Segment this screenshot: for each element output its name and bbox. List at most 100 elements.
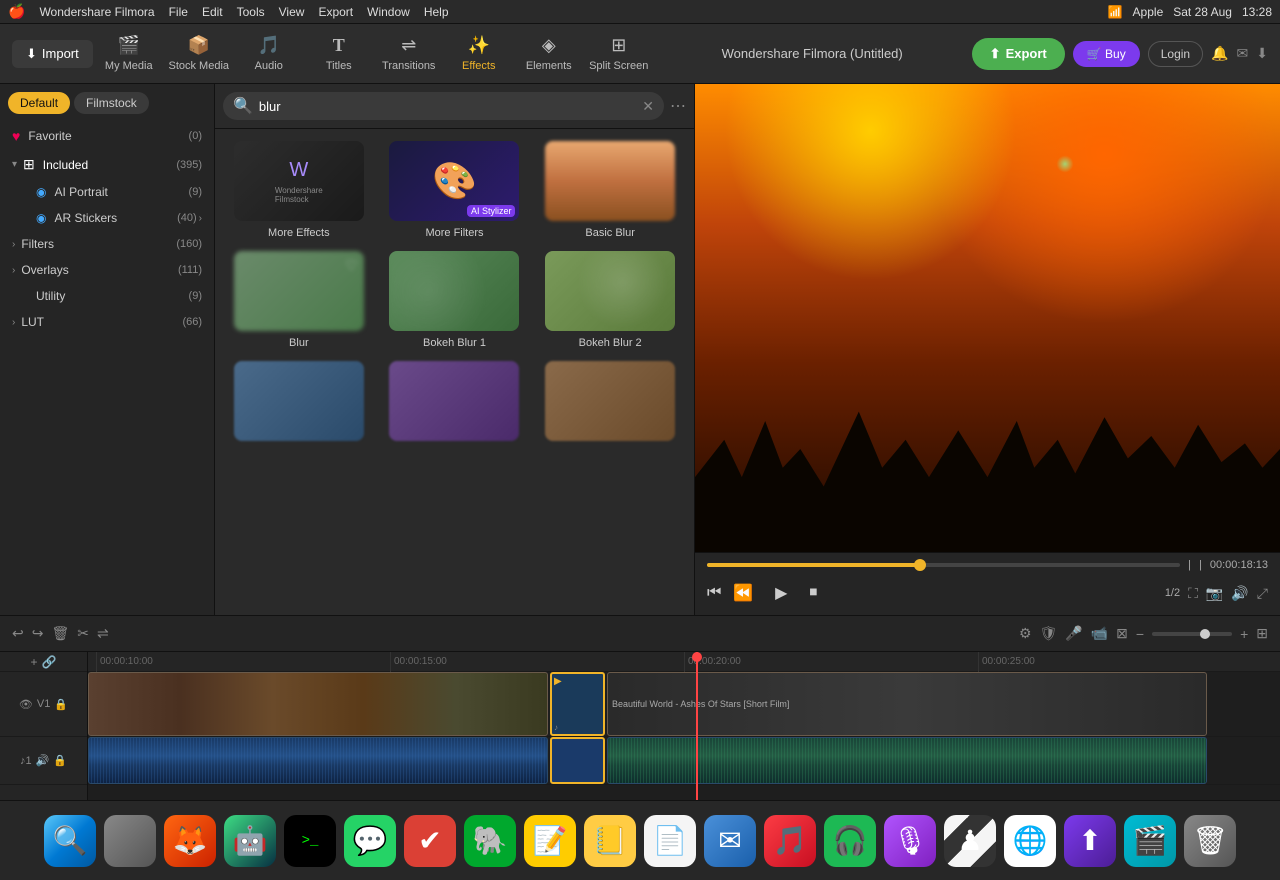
track-v1-eye-icon[interactable]: 👁 bbox=[19, 698, 33, 711]
dock-evernote[interactable]: 🐘 bbox=[464, 815, 516, 867]
dock-launchpad[interactable] bbox=[104, 815, 156, 867]
menubar-file[interactable]: File bbox=[169, 5, 188, 19]
export-button[interactable]: ⬆ Export bbox=[972, 38, 1065, 70]
tab-filmstock[interactable]: Filmstock bbox=[74, 92, 149, 114]
menubar-tools[interactable]: Tools bbox=[237, 5, 265, 19]
adjust-button[interactable]: ⇌ bbox=[97, 625, 109, 642]
menubar-apple-id[interactable]: Apple bbox=[1133, 5, 1164, 19]
volume-button[interactable]: 🔊 bbox=[1231, 585, 1248, 602]
expand-button[interactable]: ⤢ bbox=[1257, 585, 1268, 602]
dock-whatsapp[interactable]: 💬 bbox=[344, 815, 396, 867]
nav-elements[interactable]: ◈ Elements bbox=[515, 26, 583, 82]
dock-filmora[interactable]: 🎬 bbox=[1124, 815, 1176, 867]
dock-spotify[interactable]: 🎧 bbox=[824, 815, 876, 867]
effect-card-blur[interactable]: ♡ Blur bbox=[227, 251, 371, 349]
sidebar-item-included[interactable]: ▾ ⊞ Included (395) bbox=[0, 150, 214, 179]
effect-card-more-effects[interactable]: W WondershareFilmstock More Effects bbox=[227, 141, 371, 239]
dock-firefox[interactable]: 🦊 bbox=[164, 815, 216, 867]
tab-default[interactable]: Default bbox=[8, 92, 70, 114]
nav-audio[interactable]: 🎵 Audio bbox=[235, 26, 303, 82]
stop-button[interactable]: ⏹ bbox=[809, 584, 817, 602]
effect-card-3b[interactable] bbox=[383, 361, 527, 447]
dock-finder[interactable]: 🔍 bbox=[44, 815, 96, 867]
dock-chrome[interactable]: 🌐 bbox=[1004, 815, 1056, 867]
track-v1-lock-icon[interactable]: 🔒 bbox=[54, 698, 68, 711]
track-a1-mute-icon[interactable]: 🔊 bbox=[36, 754, 50, 767]
plus-icon[interactable]: + bbox=[1240, 626, 1248, 642]
menubar-export[interactable]: Export bbox=[318, 5, 353, 19]
search-input[interactable] bbox=[259, 99, 636, 114]
login-button[interactable]: Login bbox=[1148, 41, 1203, 67]
grid-icon[interactable]: ⊞ bbox=[1256, 625, 1268, 642]
buy-button[interactable]: 🛒 Buy bbox=[1073, 41, 1140, 67]
skip-back-button[interactable]: ⏮ bbox=[707, 584, 721, 602]
playhead[interactable] bbox=[696, 652, 698, 800]
effect-card-more-filters[interactable]: 🎨 AI Stylizer More Filters bbox=[383, 141, 527, 239]
zoom-thumb[interactable] bbox=[1200, 629, 1210, 639]
camera-switch-icon[interactable]: 📹 bbox=[1091, 625, 1108, 642]
nav-split-screen[interactable]: ⊞ Split Screen bbox=[585, 26, 653, 82]
dock-trash[interactable]: 🗑 bbox=[1184, 815, 1236, 867]
delete-button[interactable]: 🗑 bbox=[51, 625, 69, 642]
effect-card-bokeh-blur-2[interactable]: Bokeh Blur 2 bbox=[538, 251, 682, 349]
sidebar-item-ar-stickers[interactable]: ◉ AR Stickers (40) › bbox=[0, 205, 214, 231]
search-clear-icon[interactable]: ✕ bbox=[642, 98, 654, 115]
notification-icon[interactable]: 🔔 bbox=[1211, 45, 1228, 62]
menubar-help[interactable]: Help bbox=[424, 5, 449, 19]
menubar-edit[interactable]: Edit bbox=[202, 5, 223, 19]
nav-my-media[interactable]: 🎬 My Media bbox=[95, 26, 163, 82]
zoom-slider[interactable] bbox=[1152, 632, 1232, 636]
effect-card-3c[interactable] bbox=[538, 361, 682, 447]
dock-podcasts[interactable]: 🎙 bbox=[884, 815, 936, 867]
sidebar-item-overlays[interactable]: › Overlays (111) bbox=[0, 257, 214, 283]
sidebar-item-utility[interactable]: Utility (9) bbox=[0, 283, 214, 309]
audio-clip-1[interactable] bbox=[88, 737, 548, 784]
nav-stock-media[interactable]: 📦 Stock Media bbox=[165, 26, 233, 82]
effect-card-basic-blur[interactable]: Basic Blur bbox=[538, 141, 682, 239]
track-a1-lock-icon[interactable]: 🔒 bbox=[53, 754, 67, 767]
settings-icon[interactable]: ⚙ bbox=[1019, 625, 1032, 642]
progress-thumb[interactable] bbox=[914, 559, 926, 571]
play-pause-button[interactable]: ▶ bbox=[765, 577, 797, 609]
menubar-window[interactable]: Window bbox=[367, 5, 410, 19]
frame-back-button[interactable]: ⏪ bbox=[733, 583, 753, 603]
minus-icon[interactable]: − bbox=[1136, 626, 1144, 642]
mail-toolbar-icon[interactable]: ✉ bbox=[1237, 45, 1249, 62]
fullscreen-button[interactable]: ⛶ bbox=[1188, 585, 1198, 602]
download-toolbar-icon[interactable]: ⬇ bbox=[1256, 45, 1268, 62]
dock-terminal[interactable]: >_ bbox=[284, 815, 336, 867]
video-clip-2[interactable]: ▶ ♪ bbox=[550, 672, 605, 736]
cut-button[interactable]: ✂ bbox=[77, 625, 89, 642]
dock-mail[interactable]: ✉ bbox=[704, 815, 756, 867]
search-options-icon[interactable]: ⋯ bbox=[670, 96, 686, 116]
undo-button[interactable]: ↩ bbox=[12, 625, 24, 642]
nav-transitions[interactable]: ⇌ Transitions bbox=[375, 26, 443, 82]
dock-file[interactable]: 📄 bbox=[644, 815, 696, 867]
redo-button[interactable]: ↪ bbox=[32, 625, 44, 642]
link-icon[interactable]: 🔗 bbox=[42, 655, 57, 669]
snapshot-button[interactable]: 📷 bbox=[1206, 585, 1223, 602]
add-track-icon[interactable]: + bbox=[31, 655, 38, 669]
shield-icon[interactable]: 🛡 bbox=[1040, 625, 1058, 642]
nav-titles[interactable]: T Titles bbox=[305, 26, 373, 82]
sidebar-item-filters[interactable]: › Filters (160) bbox=[0, 231, 214, 257]
dock-notes[interactable]: 📝 bbox=[524, 815, 576, 867]
effect-card-bokeh-blur-1[interactable]: Bokeh Blur 1 bbox=[383, 251, 527, 349]
dock-todoist[interactable]: ✔ bbox=[404, 815, 456, 867]
sidebar-item-lut[interactable]: › LUT (66) bbox=[0, 309, 214, 335]
dock-music[interactable]: 🎵 bbox=[764, 815, 816, 867]
sidebar-item-favorite[interactable]: ♥ Favorite (0) bbox=[0, 122, 214, 150]
pip-icon[interactable]: ⊠ bbox=[1116, 625, 1128, 642]
effect-card-3a[interactable] bbox=[227, 361, 371, 447]
video-clip-1[interactable] bbox=[88, 672, 548, 736]
progress-bar[interactable] bbox=[707, 563, 1180, 567]
nav-effects[interactable]: ✨ Effects bbox=[445, 26, 513, 82]
dock-topnotch[interactable]: ⬆ bbox=[1064, 815, 1116, 867]
menubar-view[interactable]: View bbox=[279, 5, 305, 19]
audio-clip-2[interactable] bbox=[550, 737, 605, 784]
menubar-app[interactable]: Wondershare Filmora bbox=[39, 5, 154, 19]
import-button[interactable]: ⬇ Import bbox=[12, 40, 93, 68]
sidebar-item-ai-portrait[interactable]: ◉ AI Portrait (9) bbox=[0, 179, 214, 205]
dock-android-studio[interactable]: 🤖 bbox=[224, 815, 276, 867]
dock-stickies[interactable]: 📒 bbox=[584, 815, 636, 867]
